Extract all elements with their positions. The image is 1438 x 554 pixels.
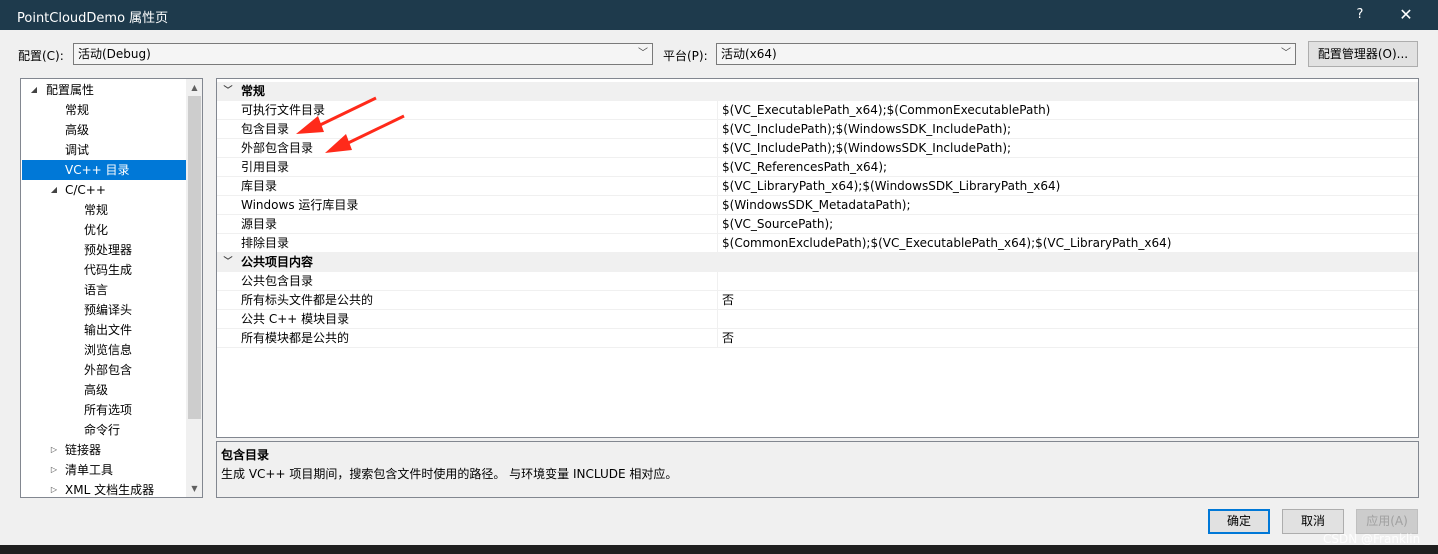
tree-item-cpp[interactable]: ◢ C/C++	[22, 180, 187, 200]
expand-icon[interactable]: ▷	[48, 480, 60, 497]
tree-item-command-line[interactable]: 命令行	[22, 420, 187, 440]
apply-button[interactable]: 应用(A)	[1356, 509, 1418, 534]
property-row-all-modules-public[interactable]: 所有模块都是公共的 否	[217, 329, 1418, 348]
property-row-external-include-dirs[interactable]: 外部包含目录 $(VC_IncludePath);$(WindowsSDK_In…	[217, 139, 1418, 158]
property-row-all-headers-public[interactable]: 所有标头文件都是公共的 否	[217, 291, 1418, 310]
property-pages-window: PointCloudDemo 属性页 ? ✕ 配置(C): 活动(Debug) …	[0, 0, 1438, 554]
property-row-source-dirs[interactable]: 源目录 $(VC_SourcePath);	[217, 215, 1418, 234]
property-row-executable-dirs[interactable]: 可执行文件目录 $(VC_ExecutablePath_x64);$(Commo…	[217, 101, 1418, 120]
close-button[interactable]: ✕	[1392, 3, 1420, 27]
tree-item-debugging[interactable]: 调试	[22, 140, 187, 160]
description-text: 生成 VC++ 项目期间，搜索包含文件时使用的路径。 与环境变量 INCLUDE…	[221, 467, 678, 481]
expand-icon[interactable]: ◢	[28, 80, 40, 100]
property-row-library-dirs[interactable]: 库目录 $(VC_LibraryPath_x64);$(WindowsSDK_L…	[217, 177, 1418, 196]
config-combo[interactable]: 活动(Debug) ﹀	[73, 43, 653, 65]
tree-item-cpp-advanced[interactable]: 高级	[22, 380, 187, 400]
property-row-winrt-library-dirs[interactable]: Windows 运行库目录 $(WindowsSDK_MetadataPath)…	[217, 196, 1418, 215]
category-row-general[interactable]: ﹀ 常规	[217, 82, 1418, 101]
scroll-down-icon[interactable]: ▼	[186, 480, 202, 497]
expand-icon[interactable]: ◢	[48, 180, 60, 200]
tree-item-all-options[interactable]: 所有选项	[22, 400, 187, 420]
tree-item-manifest-tool[interactable]: ▷ 清单工具	[22, 460, 187, 480]
tree-scrollbar[interactable]: ▲ ▼	[186, 79, 202, 497]
config-value: 活动(Debug)	[78, 47, 151, 61]
window-title: PointCloudDemo 属性页	[17, 11, 169, 26]
tree-item-optimization[interactable]: 优化	[22, 220, 187, 240]
property-grid: ﹀ 常规 可执行文件目录 $(VC_ExecutablePath_x64);$(…	[216, 78, 1419, 438]
expand-icon[interactable]: ▷	[48, 460, 60, 480]
description-panel: 包含目录 生成 VC++ 项目期间，搜索包含文件时使用的路径。 与环境变量 IN…	[216, 441, 1419, 498]
scrollbar-thumb[interactable]	[188, 96, 201, 419]
chevron-down-icon: ﹀	[638, 48, 648, 59]
scroll-up-icon[interactable]: ▲	[186, 79, 202, 96]
description-title: 包含目录	[221, 448, 270, 462]
tree-item-xml-doc-generator[interactable]: ▷ XML 文档生成器	[22, 480, 187, 497]
category-row-public-project[interactable]: ﹀ 公共项目内容	[217, 253, 1418, 272]
collapse-icon[interactable]: ﹀	[221, 253, 235, 272]
property-row-exclude-dirs[interactable]: 排除目录 $(CommonExcludePath);$(VC_Executabl…	[217, 234, 1418, 253]
background-strip	[0, 545, 1438, 554]
tree-item-advanced[interactable]: 高级	[22, 120, 187, 140]
tree-item-external-includes[interactable]: 外部包含	[22, 360, 187, 380]
expand-icon[interactable]: ▷	[48, 440, 60, 460]
property-row-public-cpp-module-dirs[interactable]: 公共 C++ 模块目录	[217, 310, 1418, 329]
tree-item-linker[interactable]: ▷ 链接器	[22, 440, 187, 460]
tree-item-precompiled-headers[interactable]: 预编译头	[22, 300, 187, 320]
tree-item-browse-info[interactable]: 浏览信息	[22, 340, 187, 360]
tree-item-code-generation[interactable]: 代码生成	[22, 260, 187, 280]
property-row-reference-dirs[interactable]: 引用目录 $(VC_ReferencesPath_x64);	[217, 158, 1418, 177]
ok-button[interactable]: 确定	[1208, 509, 1270, 534]
collapse-icon[interactable]: ﹀	[221, 82, 235, 101]
platform-combo[interactable]: 活动(x64) ﹀	[716, 43, 1296, 65]
platform-label: 平台(P):	[663, 49, 708, 63]
config-manager-button[interactable]: 配置管理器(O)...	[1308, 41, 1418, 67]
tree-item-general[interactable]: 常规	[22, 100, 187, 120]
tree-item-output-files[interactable]: 输出文件	[22, 320, 187, 340]
chevron-down-icon: ﹀	[1281, 48, 1291, 59]
property-row-include-dirs[interactable]: 包含目录 $(VC_IncludePath);$(WindowsSDK_Incl…	[217, 120, 1418, 139]
tree-item-cpp-general[interactable]: 常规	[22, 200, 187, 220]
tree-item-preprocessor[interactable]: 预处理器	[22, 240, 187, 260]
title-bar: PointCloudDemo 属性页 ? ✕	[0, 0, 1438, 30]
help-button[interactable]: ?	[1350, 4, 1370, 26]
tree-item-language[interactable]: 语言	[22, 280, 187, 300]
config-label: 配置(C):	[18, 49, 64, 63]
cancel-button[interactable]: 取消	[1282, 509, 1344, 534]
tree-item-config-props[interactable]: ◢ 配置属性	[22, 80, 187, 100]
property-tree: ◢ 配置属性 常规 高级 调试 VC++ 目录 ◢ C/C++ 常规 优化 预处…	[20, 78, 203, 498]
platform-value: 活动(x64)	[721, 47, 777, 61]
watermark: CSDN @Franklin	[1323, 532, 1421, 546]
property-row-public-include-dirs[interactable]: 公共包含目录	[217, 272, 1418, 291]
tree-item-vc-directories[interactable]: VC++ 目录	[22, 160, 187, 180]
